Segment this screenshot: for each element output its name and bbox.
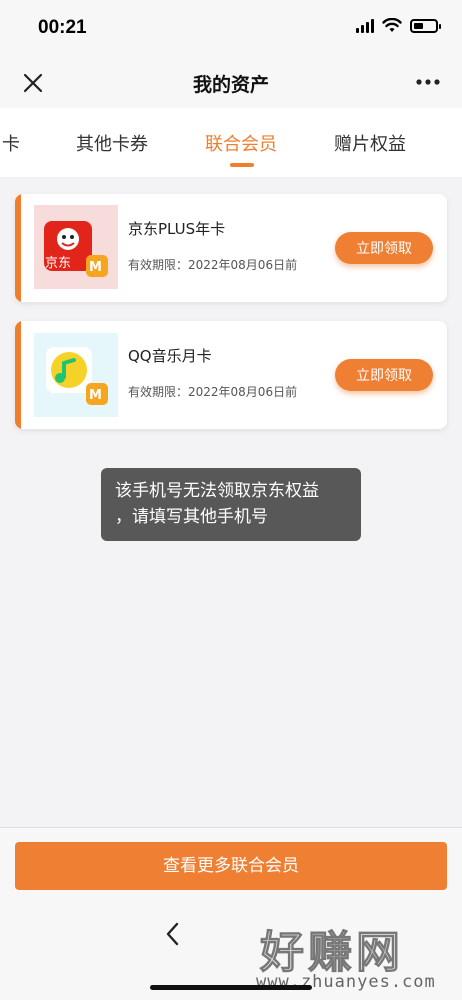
claim-button-jd[interactable]: 立即领取	[335, 232, 433, 264]
jd-mgtv-logo: 京东 M	[34, 205, 118, 289]
svg-text:M: M	[89, 260, 102, 275]
jd-logo-text: 京东	[45, 256, 71, 271]
toast-message: 该手机号无法领取京东权益 ，请填写其他手机号	[101, 468, 361, 541]
card-validity: 有效期限：2022年08月06日前	[128, 258, 298, 272]
qq-music-mgtv-logo: M	[34, 333, 118, 417]
view-more-button[interactable]: 查看更多联合会员	[15, 842, 447, 890]
tab-other-coupons[interactable]: 其他卡券	[76, 130, 148, 156]
more-icon[interactable]	[414, 72, 442, 92]
svg-text:M: M	[89, 388, 102, 403]
signal-icon	[356, 18, 374, 33]
card-accent	[15, 321, 21, 429]
page-title: 我的资产	[192, 74, 269, 96]
status-bar: 00:21	[0, 0, 462, 58]
claim-button-qq[interactable]: 立即领取	[335, 359, 433, 391]
status-time: 00:21	[38, 17, 87, 38]
card-validity: 有效期限：2022年08月06日前	[128, 385, 298, 399]
tab-bar: 卡 其他卡券 联合会员 赠片权益	[0, 108, 462, 178]
membership-card-qq: M QQ音乐月卡 有效期限：2022年08月06日前 立即领取	[15, 321, 447, 429]
nav-bar: 我的资产	[0, 58, 462, 108]
toast-line-1: 该手机号无法领取京东权益	[115, 481, 319, 501]
card-title: QQ音乐月卡	[128, 347, 212, 365]
membership-card-jd: 京东 M 京东PLUS年卡 有效期限：2022年08月06日前 立即领取	[15, 194, 447, 302]
bottom-area: 查看更多联合会员 好赚网 www.zhuanyes.com	[0, 827, 462, 1000]
battery-icon	[410, 18, 441, 33]
tab-gift-benefits[interactable]: 赠片权益	[334, 130, 406, 156]
home-indicator	[150, 985, 312, 990]
wifi-icon	[382, 18, 402, 32]
back-arrow-icon[interactable]	[162, 920, 182, 948]
toast-line-2: ，请填写其他手机号	[115, 507, 268, 527]
tab-joint-membership[interactable]: 联合会员	[205, 130, 277, 156]
card-title: 京东PLUS年卡	[128, 220, 226, 238]
active-tab-indicator	[230, 163, 254, 167]
watermark-text: 好赚网	[260, 927, 404, 979]
status-icons	[356, 18, 441, 33]
card-accent	[15, 194, 21, 302]
tab-card[interactable]: 卡	[2, 130, 20, 156]
